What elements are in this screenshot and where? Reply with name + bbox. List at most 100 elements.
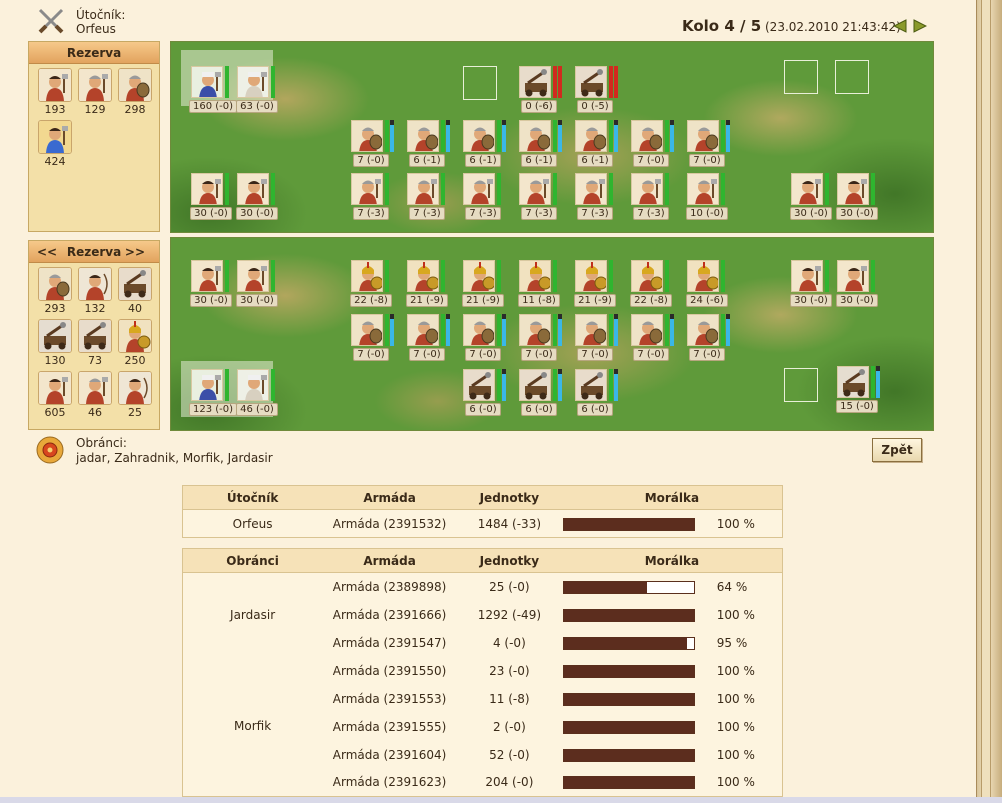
battle-unit[interactable]: 0 (-5) [573,66,618,113]
reserve-unit-count: 73 [88,354,102,367]
empty-slot[interactable] [835,60,869,94]
battle-unit[interactable]: 7 (-3) [573,173,617,220]
reserve-unit[interactable]: 73 [75,319,115,367]
reserve-unit[interactable]: 250 [115,319,155,367]
battle-unit[interactable]: 7 (-3) [517,173,561,220]
battle-unit[interactable]: 10 (-0) [685,173,729,220]
battle-unit[interactable]: 21 (-9) [405,260,449,307]
back-button[interactable]: Zpět [872,438,922,462]
battle-unit[interactable]: 7 (-0) [461,314,506,361]
battle-unit[interactable]: 7 (-0) [573,314,618,361]
leader-icon [191,369,223,401]
empty-slot[interactable] [784,368,818,402]
battle-unit[interactable]: 21 (-9) [573,260,617,307]
battle-unit[interactable]: 7 (-0) [629,120,674,167]
battle-unit[interactable]: 6 (-1) [573,120,618,167]
empty-slot[interactable] [463,66,497,100]
battle-unit[interactable]: 6 (-1) [405,120,450,167]
battle-unit[interactable]: 7 (-0) [517,314,562,361]
battle-unit[interactable]: 6 (-1) [461,120,506,167]
axeman-icon [237,260,269,292]
battle-unit[interactable]: 7 (-3) [461,173,505,220]
reserve-unit[interactable]: 424 [35,120,75,168]
battle-unit[interactable]: 7 (-0) [349,314,394,361]
reserve-unit[interactable]: 293 [35,267,75,315]
unit-count: 11 (-8) [518,294,560,307]
axeman-icon [191,173,223,205]
column-header: Armáda [322,485,457,510]
reserve-unit[interactable]: 193 [35,68,75,116]
battle-unit[interactable]: 30 (-0) [235,173,279,220]
unit-status-bars [665,173,669,205]
morale-bar [562,636,695,650]
morale-percent: 100 % [716,663,755,678]
reserve-unit[interactable]: 298 [115,68,155,116]
battle-unit[interactable]: 7 (-3) [629,173,673,220]
battle-unit[interactable]: 30 (-0) [189,173,233,220]
player-cell: Orfeus [232,516,273,531]
army-cell: Armáda (2391547) [332,635,447,650]
unit-status-bars [385,120,394,152]
battle-unit[interactable]: 7 (-0) [349,120,394,167]
battle-unit[interactable]: 0 (-6) [517,66,562,113]
morale-bar [562,580,695,594]
battle-unit[interactable]: 7 (-0) [629,314,674,361]
battle-unit[interactable]: 30 (-0) [835,260,879,307]
ballista-icon [38,319,72,353]
reserve-next-button[interactable]: >> [125,241,145,263]
unit-count: 30 (-0) [836,207,878,220]
battle-unit[interactable]: 30 (-0) [789,260,833,307]
battle-unit[interactable]: 30 (-0) [835,173,879,220]
battle-unit[interactable]: 7 (-0) [685,314,730,361]
battle-unit[interactable]: 22 (-8) [629,260,673,307]
battle-unit[interactable]: 7 (-0) [405,314,450,361]
battle-unit[interactable]: 30 (-0) [789,173,833,220]
reserve-unit[interactable]: 605 [35,371,75,419]
battle-unit[interactable]: 7 (-0) [685,120,730,167]
empty-slot[interactable] [784,60,818,94]
reserve-unit[interactable]: 130 [35,319,75,367]
battle-unit[interactable]: 22 (-8) [349,260,393,307]
battle-unit[interactable]: 7 (-3) [405,173,449,220]
reserve-unit[interactable]: 25 [115,371,155,419]
prev-round-icon[interactable] [893,19,907,33]
morale-percent: 95 % [716,635,748,650]
reserve-unit[interactable]: 40 [115,267,155,315]
leader-icon [191,66,223,98]
unit-status-bars [871,173,875,205]
battle-unit[interactable]: 11 (-8) [517,260,561,307]
unit-count: 0 (-6) [521,100,557,113]
shieldman-icon [631,314,663,346]
unit-status-bars [497,260,501,292]
battle-unit[interactable]: 6 (-0) [517,369,562,416]
reserve-unit[interactable]: 132 [75,267,115,315]
morale-bar [562,748,695,762]
shieldman-icon [687,314,719,346]
battle-unit[interactable]: 46 (-0) [235,369,279,416]
battle-unit[interactable]: 6 (-1) [517,120,562,167]
battle-unit[interactable]: 6 (-0) [461,369,506,416]
battle-unit[interactable]: 30 (-0) [235,260,279,307]
shieldman-icon [463,120,495,152]
unit-count: 21 (-9) [462,294,504,307]
battle-unit[interactable]: 123 (-0) [189,369,238,416]
reserve-unit[interactable]: 46 [75,371,115,419]
battle-unit[interactable]: 6 (-0) [573,369,618,416]
unit-count: 7 (-0) [353,154,389,167]
battle-unit[interactable]: 24 (-6) [685,260,729,307]
battle-unit[interactable]: 21 (-9) [461,260,505,307]
morale-cell: 100 % [562,601,783,629]
battle-unit[interactable]: 30 (-0) [189,260,233,307]
hoplite-icon [351,260,383,292]
army-cell: Armáda (2391623) [332,775,447,790]
unit-status-bars [497,173,501,205]
battle-unit[interactable]: 160 (-0) [189,66,238,113]
battle-unit[interactable]: 15 (-0) [835,366,880,413]
battle-unit[interactable]: 7 (-3) [349,173,393,220]
reserve-prev-button[interactable]: << [37,241,57,263]
next-round-icon[interactable] [913,19,927,33]
axeman-icon [791,260,823,292]
column-header: Jednotky [456,548,562,573]
reserve-unit[interactable]: 129 [75,68,115,116]
battle-unit[interactable]: 63 (-0) [235,66,279,113]
